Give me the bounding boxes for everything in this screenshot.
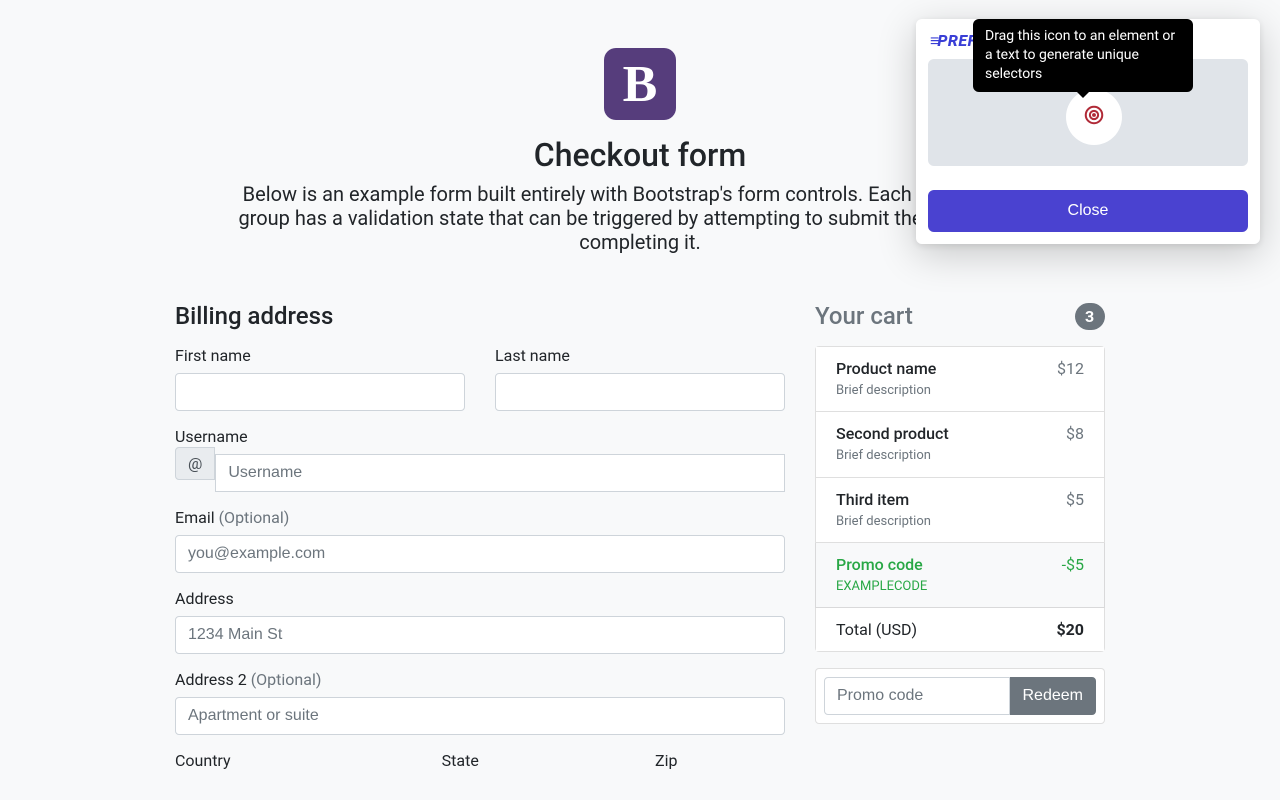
extension-close-button[interactable]: Close — [928, 190, 1248, 232]
address-input[interactable] — [175, 616, 785, 654]
cart-promo-amount: -$5 — [1062, 555, 1084, 595]
promo-form: Redeem — [815, 668, 1105, 724]
cart-total-row: Total (USD) $20 — [815, 608, 1105, 652]
address2-optional: (Optional) — [251, 670, 322, 689]
address2-input[interactable] — [175, 697, 785, 735]
cart-promo-item: Promo code EXAMPLECODE -$5 — [815, 543, 1105, 608]
address-label: Address — [175, 589, 234, 608]
address2-label-text: Address 2 — [175, 670, 251, 689]
cart-item: Second product Brief description $8 — [815, 412, 1105, 477]
cart-item: Product name Brief description $12 — [815, 346, 1105, 412]
target-icon — [1083, 104, 1105, 130]
extension-tooltip: Drag this icon to an element or a text t… — [973, 19, 1193, 92]
cart-count-badge: 3 — [1075, 303, 1105, 330]
first-name-label: First name — [175, 346, 251, 365]
email-label: Email (Optional) — [175, 508, 289, 527]
cart-item: Third item Brief description $5 — [815, 478, 1105, 543]
first-name-input[interactable] — [175, 373, 465, 411]
email-label-text: Email — [175, 508, 219, 527]
username-prefix: @ — [175, 447, 215, 480]
last-name-label: Last name — [495, 346, 570, 365]
billing-title: Billing address — [175, 302, 785, 330]
cart-promo-code: EXAMPLECODE — [836, 579, 927, 594]
state-label: State — [442, 751, 479, 770]
redeem-button[interactable]: Redeem — [1010, 677, 1096, 715]
username-label: Username — [175, 427, 248, 446]
bootstrap-logo: B — [604, 48, 676, 120]
target-drag-handle[interactable] — [1066, 89, 1122, 145]
cart-item-desc: Brief description — [836, 383, 931, 398]
cart-item-price: $5 — [1066, 490, 1084, 530]
address2-label: Address 2 (Optional) — [175, 670, 321, 689]
cart-total-value: $20 — [1056, 620, 1084, 639]
cart-promo-label: Promo code — [836, 555, 927, 575]
last-name-input[interactable] — [495, 373, 785, 411]
cart-title: Your cart — [815, 302, 913, 330]
cart-total-label: Total (USD) — [836, 620, 917, 639]
zip-label: Zip — [655, 751, 677, 770]
country-label: Country — [175, 751, 231, 770]
cart-item-name: Second product — [836, 424, 949, 444]
cart-item-desc: Brief description — [836, 514, 931, 529]
username-input[interactable] — [215, 454, 785, 492]
extension-popup: PREFLIGHT Close Drag this icon to an ele… — [916, 19, 1260, 244]
cart-item-price: $8 — [1066, 424, 1084, 464]
cart-item-name: Third item — [836, 490, 931, 510]
cart-item-desc: Brief description — [836, 448, 931, 463]
email-input[interactable] — [175, 535, 785, 573]
cart-item-price: $12 — [1057, 359, 1084, 399]
email-optional: (Optional) — [219, 508, 290, 527]
promo-code-input[interactable] — [824, 677, 1010, 715]
cart-item-name: Product name — [836, 359, 936, 379]
